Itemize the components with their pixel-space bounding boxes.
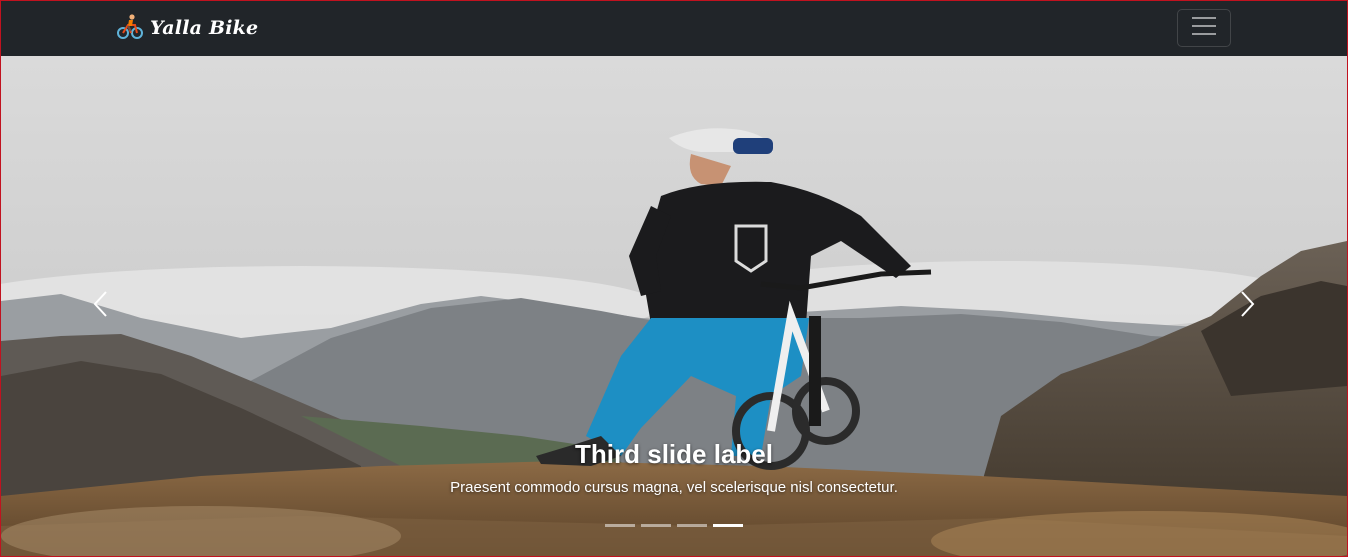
carousel-prev-button[interactable] [81, 286, 121, 326]
carousel-indicator-4[interactable] [713, 524, 743, 527]
carousel-indicator-1[interactable] [605, 524, 635, 527]
navbar: Yalla Bike [1, 1, 1347, 56]
brand-name: Yalla Bike [150, 17, 259, 39]
hamburger-menu-icon [1191, 15, 1217, 42]
page-frame: Yalla Bike Third slide label Praesent co… [0, 0, 1348, 557]
carousel-indicator-3[interactable] [677, 524, 707, 527]
caption-text: Praesent commodo cursus magna, vel scele… [450, 479, 898, 496]
caption-title: Third slide label [575, 439, 773, 469]
navbar-toggler-button[interactable] [1177, 9, 1231, 47]
chevron-left-icon [91, 289, 111, 324]
carousel-caption: Third slide label Praesent commodo cursu… [1, 436, 1347, 498]
carousel-indicators [1, 524, 1347, 527]
chevron-right-icon [1237, 289, 1257, 324]
brand-link[interactable]: Yalla Bike [116, 13, 258, 43]
carousel-indicator-2[interactable] [641, 524, 671, 527]
hero-carousel: Third slide label Praesent commodo cursu… [1, 56, 1347, 556]
cyclist-icon [116, 12, 144, 45]
carousel-next-button[interactable] [1227, 286, 1267, 326]
